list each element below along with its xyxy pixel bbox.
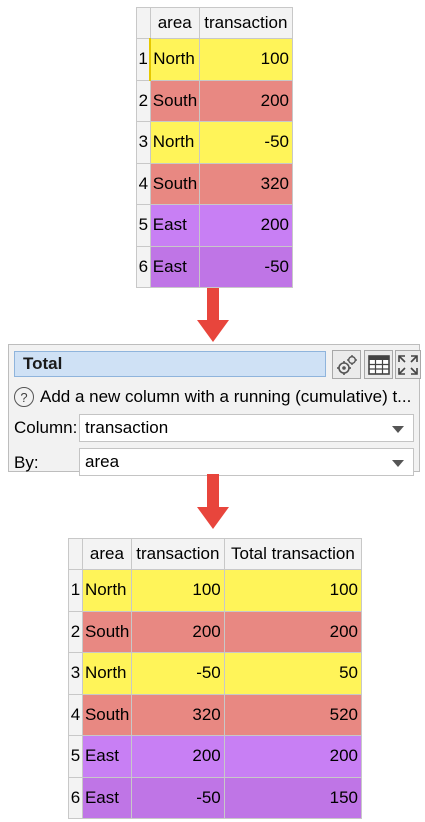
help-row: ? Add a new column with a running (cumul… [14,385,419,409]
area-cell[interactable]: North [81,569,132,612]
transaction-cell[interactable]: -50 [198,121,294,164]
column-header-area[interactable]: area [149,7,200,39]
area-cell[interactable]: South [81,693,132,736]
table-row: 3 North -50 50 [68,652,363,695]
header-row: area transaction [136,7,294,39]
total-cell[interactable]: 150 [223,776,363,819]
column-select-value: transaction [85,418,169,437]
area-cell[interactable]: North [149,38,200,81]
table-row: 3 North -50 [136,121,294,164]
settings-gears-icon [336,354,357,375]
corner-cell[interactable] [136,7,151,39]
output-table: area transaction Total transaction 1 Nor… [68,538,363,819]
area-cell[interactable]: East [81,776,132,819]
total-cell[interactable]: 100 [223,569,363,612]
table-row: 1 North 100 [136,38,294,81]
row-number[interactable]: 5 [68,735,83,778]
table-row: 1 North 100 100 [68,569,363,612]
transaction-cell[interactable]: 320 [198,162,294,205]
chevron-down-icon [392,460,404,467]
row-number[interactable]: 3 [68,652,83,695]
area-cell[interactable]: North [81,652,132,695]
table-row: 6 East -50 [136,245,294,288]
by-label: By: [14,453,39,472]
table-row: 6 East -50 150 [68,776,363,819]
row-number[interactable]: 3 [136,121,151,164]
area-cell[interactable]: East [149,245,200,288]
transaction-cell[interactable]: 200 [130,735,225,778]
column-select[interactable]: transaction [79,414,414,442]
column-label: Column: [14,418,78,437]
total-transform-panel: Total ? Add a new column with a running … [8,344,421,476]
corner-cell[interactable] [68,538,83,570]
column-header-transaction[interactable]: transaction [198,7,294,39]
transaction-cell[interactable]: 200 [198,79,294,122]
transaction-cell[interactable]: 200 [198,204,294,247]
settings-button[interactable] [332,350,361,379]
transaction-cell[interactable]: 200 [130,610,225,653]
help-text: Add a new column with a running (cumulat… [40,387,412,406]
chevron-down-icon [392,426,404,433]
column-header-transaction[interactable]: transaction [130,538,225,570]
area-cell[interactable]: East [81,735,132,778]
input-table: area transaction 1 North 100 2 South 200… [136,7,294,288]
table-row: 4 South 320 520 [68,693,363,736]
header-row: area transaction Total transaction [68,538,363,570]
area-cell[interactable]: South [149,162,200,205]
total-cell[interactable]: 200 [223,610,363,653]
column-header-area[interactable]: area [81,538,132,570]
total-cell[interactable]: 50 [223,652,363,695]
transaction-cell[interactable]: -50 [130,776,225,819]
column-header-total-transaction[interactable]: Total transaction [223,538,363,570]
by-select-value: area [85,452,120,471]
table-icon [367,354,390,375]
table-view-button[interactable] [364,350,393,379]
area-cell[interactable]: South [81,610,132,653]
transaction-cell[interactable]: -50 [130,652,225,695]
table-row: 5 East 200 200 [68,735,363,778]
transaction-cell[interactable]: -50 [198,245,294,288]
transaction-cell[interactable]: 100 [130,569,225,612]
panel-title[interactable]: Total [14,351,326,377]
row-number[interactable]: 6 [68,776,83,819]
area-cell[interactable]: South [149,79,200,122]
row-number[interactable]: 2 [68,610,83,653]
table-row: 2 South 200 200 [68,610,363,653]
down-arrow-icon [197,474,229,530]
expand-button[interactable] [395,350,421,379]
row-number[interactable]: 1 [136,38,151,81]
row-number[interactable]: 2 [136,79,151,122]
row-number[interactable]: 5 [136,204,151,247]
row-number[interactable]: 6 [136,245,151,288]
table-row: 4 South 320 [136,162,294,205]
total-cell[interactable]: 200 [223,735,363,778]
by-select[interactable]: area [79,448,414,476]
transaction-cell[interactable]: 100 [198,38,294,81]
area-cell[interactable]: North [149,121,200,164]
row-number[interactable]: 1 [68,569,83,612]
transaction-cell[interactable]: 320 [130,693,225,736]
down-arrow-icon [197,288,229,343]
table-row: 2 South 200 [136,79,294,122]
table-row: 5 East 200 [136,204,294,247]
row-number[interactable]: 4 [68,693,83,736]
row-number[interactable]: 4 [136,162,151,205]
help-icon[interactable]: ? [14,387,34,407]
expand-icon [398,354,418,375]
total-cell[interactable]: 520 [223,693,363,736]
area-cell[interactable]: East [149,204,200,247]
